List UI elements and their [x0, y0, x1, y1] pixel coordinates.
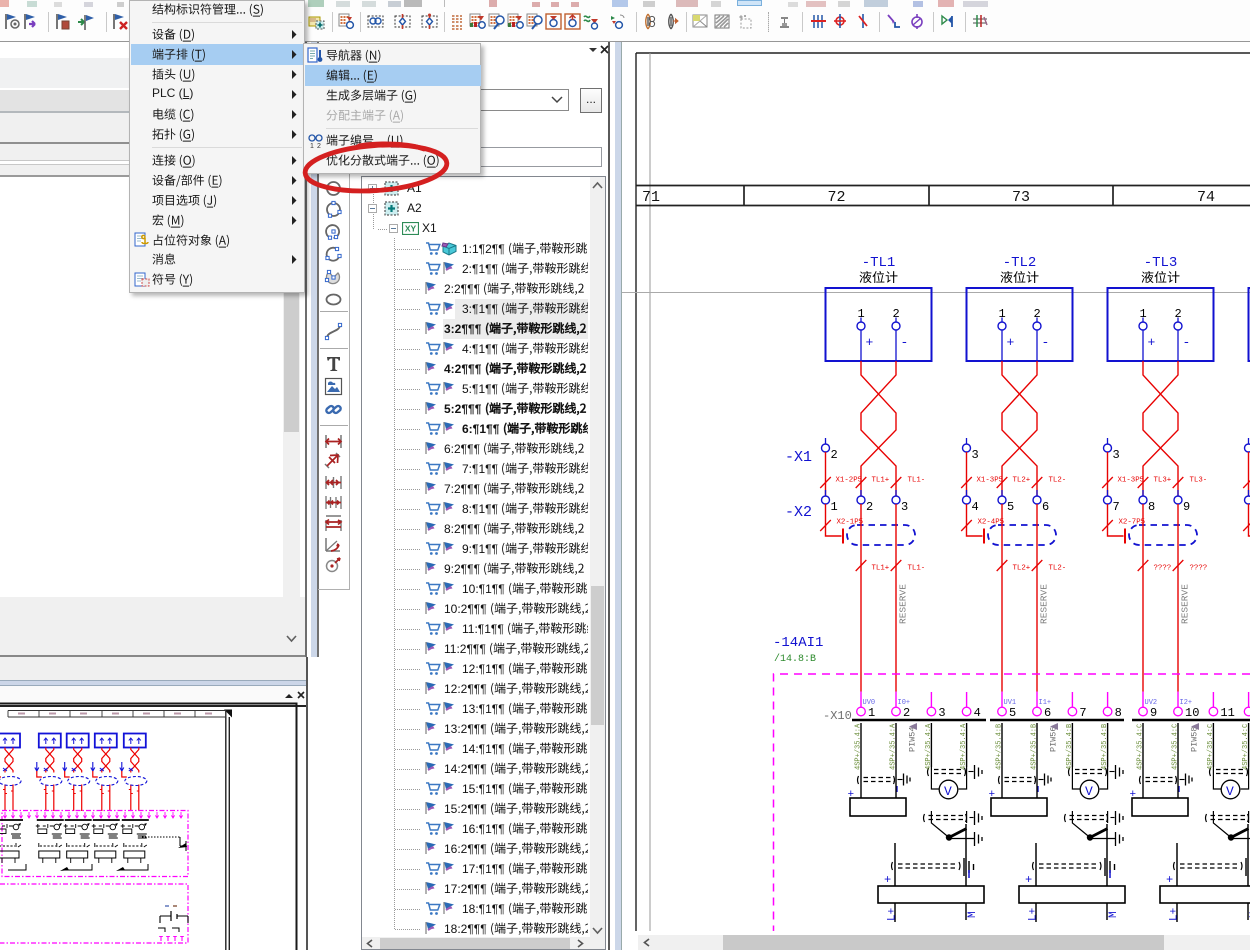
svg-text:3: 3 — [972, 448, 979, 462]
svg-text:7: 7 — [1079, 706, 1086, 720]
svg-text:PIW54: PIW54 — [908, 726, 918, 752]
svg-text:2: 2 — [831, 448, 838, 462]
svg-text:4SP+/35.4:A: 4SP+/35.4:A — [925, 723, 933, 770]
svg-text:73: 73 — [1012, 189, 1030, 206]
svg-text:74: 74 — [1197, 189, 1215, 206]
svg-text:TL2-: TL2- — [1049, 477, 1067, 485]
svg-text:4SP+/35.4:A: 4SP+/35.4:A — [960, 723, 968, 770]
svg-text:6: 6 — [1044, 706, 1051, 720]
svg-text:4: 4 — [974, 706, 981, 720]
svg-text:4SP+/35.4:C: 4SP+/35.4:C — [1242, 724, 1250, 770]
svg-text:TL2+: TL2+ — [1013, 477, 1031, 485]
svg-text:11: 11 — [1220, 706, 1234, 720]
svg-text:4SP+/35.4:C: 4SP+/35.4:C — [1137, 724, 1145, 770]
svg-text:-14AI1: -14AI1 — [773, 635, 823, 651]
svg-text:X1-2P5: X1-2P5 — [836, 477, 863, 485]
svg-text:7: 7 — [1113, 500, 1120, 514]
svg-text:4SP+/35.4:B: 4SP+/35.4:B — [1101, 724, 1109, 770]
svg-text:TL1-: TL1- — [908, 477, 926, 485]
svg-text:????: ???? — [1154, 565, 1172, 573]
svg-text:4SP+/35.4:C: 4SP+/35.4:C — [1172, 724, 1180, 770]
svg-text:3: 3 — [1113, 448, 1120, 462]
svg-text:TL1+: TL1+ — [872, 477, 890, 485]
svg-text:PIW56: PIW56 — [1049, 726, 1059, 752]
svg-text:X1-3P5: X1-3P5 — [1118, 477, 1145, 485]
svg-text:10: 10 — [1185, 706, 1199, 720]
svg-text:TL1-: TL1- — [908, 565, 926, 573]
svg-text:4SP+/35.4:A: 4SP+/35.4:A — [855, 723, 863, 770]
svg-text:TL2+: TL2+ — [1013, 565, 1031, 573]
svg-text:X2-4P5: X2-4P5 — [978, 519, 1005, 527]
svg-text:PIW58: PIW58 — [1190, 726, 1200, 752]
svg-text:9: 9 — [1150, 706, 1157, 720]
svg-text:-TL2: -TL2 — [1003, 255, 1037, 271]
svg-text:-TL1: -TL1 — [862, 255, 896, 271]
svg-text:1: 1 — [868, 706, 875, 720]
svg-text:????: ???? — [1190, 565, 1208, 573]
svg-text:4SP+/35.4:B: 4SP+/35.4:B — [1066, 724, 1074, 770]
svg-text:3: 3 — [938, 706, 945, 720]
svg-text:4SP+/35.4:A: 4SP+/35.4:A — [890, 723, 898, 770]
svg-text:TL1+: TL1+ — [872, 565, 890, 573]
svg-text:TL3-: TL3- — [1190, 477, 1208, 485]
svg-text:3: 3 — [901, 500, 908, 514]
svg-text:4SP+/35.4:B: 4SP+/35.4:B — [1031, 724, 1039, 770]
svg-text:/14.8:B: /14.8:B — [774, 653, 816, 665]
svg-text:1: 1 — [831, 500, 838, 514]
svg-text:2: 2 — [866, 500, 873, 514]
svg-text:72: 72 — [827, 189, 845, 206]
svg-text:4SP+/35.4:B: 4SP+/35.4:B — [996, 724, 1004, 770]
svg-text:2: 2 — [903, 706, 910, 720]
svg-text:M: M — [1108, 911, 1120, 918]
svg-text:XY: XY — [405, 224, 417, 234]
svg-text:4: 4 — [972, 500, 979, 514]
svg-text:6: 6 — [1042, 500, 1049, 514]
svg-text:5: 5 — [1009, 706, 1016, 720]
svg-text:X2-7P5: X2-7P5 — [1119, 519, 1146, 527]
svg-text:4SP+/35.4:C: 4SP+/35.4:C — [1207, 724, 1215, 770]
svg-text:TL3+: TL3+ — [1154, 477, 1172, 485]
svg-text:71: 71 — [642, 189, 660, 206]
svg-text:X2-1P5: X2-1P5 — [837, 519, 864, 527]
svg-text:5: 5 — [1007, 500, 1014, 514]
svg-text:-X10: -X10 — [823, 709, 852, 723]
svg-text:9: 9 — [1183, 500, 1190, 514]
svg-text:8: 8 — [1148, 500, 1155, 514]
svg-text:-X2: -X2 — [785, 504, 812, 521]
svg-text:8: 8 — [1115, 706, 1122, 720]
svg-text:X1-3P5: X1-3P5 — [977, 477, 1004, 485]
svg-text:-TL3: -TL3 — [1144, 255, 1178, 271]
svg-text:TL2-: TL2- — [1049, 565, 1067, 573]
svg-text:M: M — [967, 911, 979, 918]
svg-text:-X1: -X1 — [785, 449, 812, 466]
